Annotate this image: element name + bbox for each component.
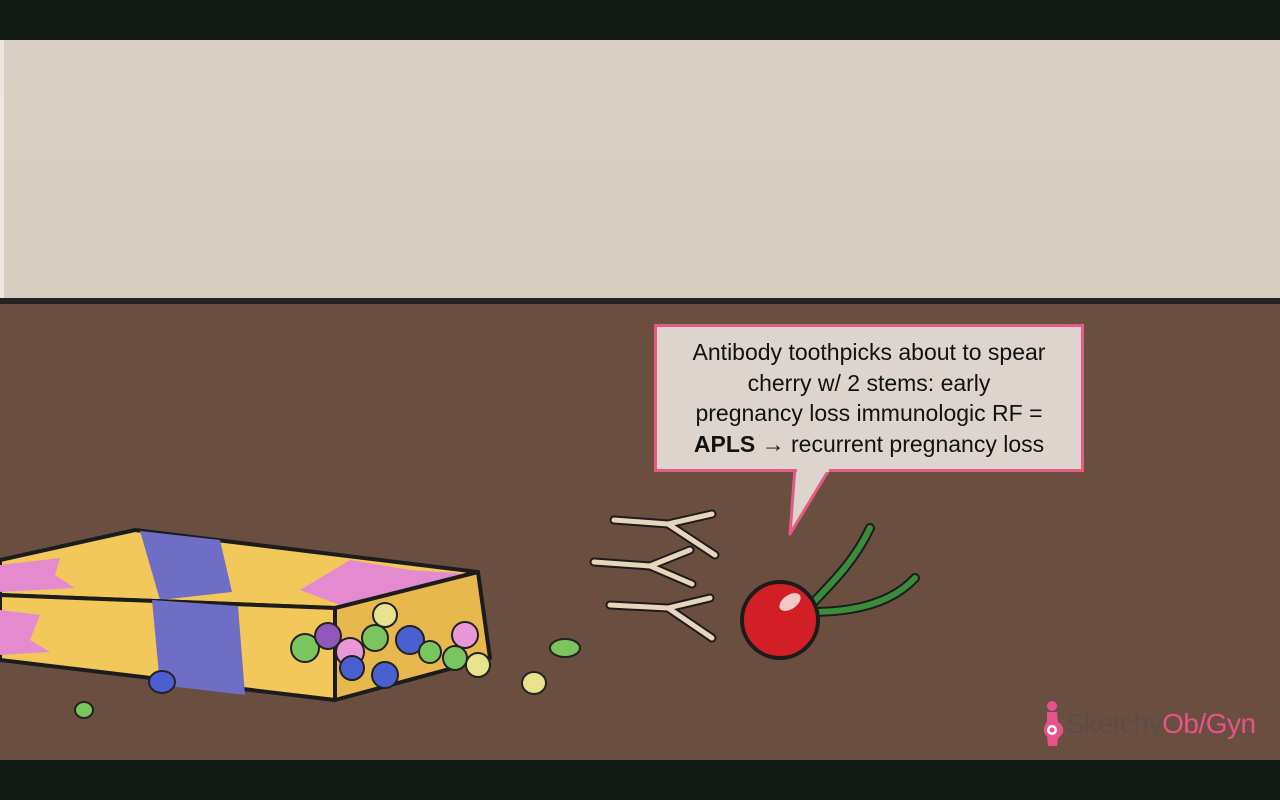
callout-key-term: APLS (693, 430, 756, 457)
candy-piece (549, 638, 581, 658)
letterbox-bottom (0, 760, 1280, 800)
callout-tail (788, 466, 832, 536)
candy-piece (521, 671, 547, 695)
pregnant-figure-icon (1044, 701, 1064, 746)
slide-scene: Antibody toothpicks about to spear cherr… (0, 40, 1280, 760)
scene-illustration (0, 466, 920, 719)
callout-line-1: Antibody toothpicks about to spear (692, 339, 1046, 365)
logo-word-obgyn: Ob/Gyn (1162, 708, 1256, 739)
sketchy-logo: Sketchy Ob/Gyn (1038, 700, 1256, 748)
letterbox-top (0, 0, 1280, 40)
callout-tail-join (797, 466, 829, 472)
callout-line-2: cherry w/ 2 stems: early (747, 369, 991, 396)
antibody-toothpicks (589, 509, 720, 643)
callout-line-3: pregnancy loss immunologic RF = (695, 400, 1043, 426)
candy-piece (148, 670, 176, 694)
candy-piece (74, 701, 94, 719)
logo-word-sketchy: Sketchy (1066, 708, 1163, 739)
callout-bubble: Antibody toothpicks about to spear cherr… (654, 324, 1084, 472)
candy-box (0, 528, 492, 702)
cherry-two-stems (740, 523, 920, 660)
callout-line-4: → recurrent pregnancy loss (755, 430, 1045, 457)
callout-text: Antibody toothpicks about to spear cherr… (693, 337, 1046, 459)
